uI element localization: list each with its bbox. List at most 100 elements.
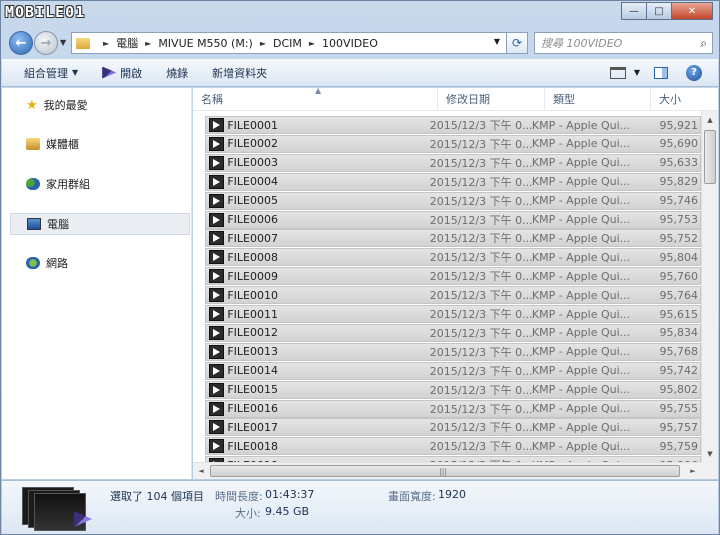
file-row[interactable]: FILE0007 2015/12/3 下午 0... KMP - Apple Qui… [205,229,701,248]
video-file-icon [209,288,225,303]
column-header-size[interactable]: 大小 [651,88,718,110]
breadcrumb-dcim[interactable]: DCIM [273,37,302,50]
nav-item-label: 家用群組 [46,178,90,191]
computer-icon [27,218,41,230]
file-row[interactable]: FILE0016 2015/12/3 下午 0... KMP - Apple Qui… [205,399,701,418]
column-header-date[interactable]: 修改日期 [438,88,545,110]
video-file-icon [209,439,225,454]
video-file-icon [209,363,225,378]
video-thumbnail [34,493,86,531]
address-bar[interactable]: ► 電腦 ► MIVUE M550 (M:) ► DCIM ► 100VIDEO… [71,32,507,54]
file-row[interactable]: FILE0006 2015/12/3 下午 0... KMP - Apple Qui… [205,210,701,229]
file-type: KMP - Apple Qui... [531,231,631,245]
video-file-icon [209,155,225,170]
back-button[interactable]: ← [9,31,33,55]
file-row[interactable]: FILE0015 2015/12/3 下午 0... KMP - Apple Qui… [205,380,701,399]
file-type: KMP - Apple Qui... [531,326,631,340]
chevron-right-icon[interactable]: ► [103,39,109,48]
file-name: FILE0001 [227,118,279,132]
file-date: 2015/12/3 下午 0... [429,326,532,340]
open-button[interactable]: 開啟 [90,59,154,86]
nav-item-homegroup[interactable]: 家用群組 [10,173,190,195]
nav-item-favorites[interactable]: ★ 我的最愛 [10,94,190,116]
file-size: 95,921 [659,118,698,132]
file-row[interactable]: FILE0009 2015/12/3 下午 0... KMP - Apple Qui… [205,267,701,286]
file-row[interactable]: FILE0011 2015/12/3 下午 0... KMP - Apple Qui… [205,305,701,323]
horizontal-scrollbar[interactable]: ◄ ||| ► [193,462,701,479]
burn-label: 燒錄 [166,66,189,80]
file-row[interactable]: FILE0018 2015/12/3 下午 0... KMP - Apple Qui… [205,437,701,456]
breadcrumb-drive[interactable]: MIVUE M550 (M:) [158,37,253,50]
file-name: FILE0005 [227,194,279,208]
file-row[interactable]: FILE0012 2015/12/3 下午 0... KMP - Apple Qui… [205,323,701,342]
nav-item-label: 媒體櫃 [46,138,79,151]
nav-item-network[interactable]: 網路 [10,252,190,274]
horizontal-scroll-thumb[interactable]: ||| [210,465,680,477]
file-row[interactable]: FILE0005 2015/12/3 下午 0... KMP - Apple Qui… [205,191,701,210]
burn-button[interactable]: 燒錄 [154,59,200,86]
minimize-button[interactable]: — [621,2,647,20]
address-dropdown-icon[interactable]: ▼ [494,37,500,46]
file-row[interactable]: FILE0004 2015/12/3 下午 0... KMP - Apple Qui… [205,172,701,191]
file-row[interactable]: FILE0002 2015/12/3 下午 0... KMP - Apple Qui… [205,134,701,153]
vertical-scrollbar[interactable]: ▲ ▼ [701,111,718,462]
file-name: FILE0012 [227,326,279,340]
close-button[interactable]: ✕ [671,2,713,20]
search-input[interactable]: 搜尋 100VIDEO ⌕ [534,32,713,54]
file-row[interactable]: FILE0001 2015/12/3 下午 0... KMP - Apple Qui… [205,116,701,134]
selection-count: 選取了 104 個項目 [110,490,204,503]
breadcrumb-computer[interactable]: 電腦 [116,35,138,51]
breadcrumb-100video[interactable]: 100VIDEO [322,37,378,50]
selection-thumbnail [22,487,92,531]
file-type: KMP - Apple Qui... [531,213,631,226]
column-header-label: 修改日期 [446,93,490,106]
frame-width-label: 畫面寬度: [388,490,436,503]
arrow-right-icon: → [40,35,52,51]
file-name: FILE0008 [227,250,279,264]
scroll-up-icon[interactable]: ▲ [702,111,718,128]
file-type: KMP - Apple Qui... [531,307,631,321]
chevron-right-icon[interactable]: ► [309,39,315,48]
file-row[interactable]: FILE0003 2015/12/3 下午 0... KMP - Apple Qui… [205,153,701,172]
history-dropdown-icon[interactable]: ▼ [60,38,66,47]
help-icon[interactable]: ? [686,64,702,81]
change-view-icon[interactable] [609,66,626,79]
file-name: FILE0009 [227,269,279,283]
file-row[interactable]: FILE0013 2015/12/3 下午 0... KMP - Apple Qui… [205,342,701,361]
file-name: FILE0007 [227,231,279,245]
file-type: KMP - Apple Qui... [531,383,631,397]
file-name: FILE0006 [227,213,279,226]
refresh-button[interactable]: ⟳ [506,32,528,54]
nav-item-computer[interactable]: 電腦 [10,213,190,235]
search-icon[interactable]: ⌕ [700,36,707,51]
scroll-right-icon[interactable]: ► [685,463,701,479]
grip-icon: ||| [439,467,448,476]
file-name: FILE0013 [227,345,279,359]
file-row[interactable]: FILE0010 2015/12/3 下午 0... KMP - Apple Qui… [205,286,701,305]
file-row[interactable]: FILE0008 2015/12/3 下午 0... KMP - Apple Qui… [205,248,701,267]
video-file-icon [209,193,225,208]
file-list: ▲ 名稱 修改日期 類型 大小 FILE0001 2015/12/3 下午 0..… [193,88,718,479]
vertical-scroll-thumb[interactable] [704,130,716,184]
preview-pane-icon[interactable] [654,66,668,79]
view-dropdown-icon[interactable]: ▼ [634,68,640,77]
video-file-icon [209,212,225,227]
scroll-down-icon[interactable]: ▼ [702,445,718,462]
forward-button[interactable]: → [34,31,58,55]
nav-item-libraries[interactable]: 媒體櫃 [10,133,190,155]
column-header-type[interactable]: 類型 [545,88,651,110]
file-type: KMP - Apple Qui... [531,402,631,415]
file-size: 95,760 [659,269,698,283]
refresh-icon: ⟳ [511,36,523,50]
file-size: 95,834 [659,326,698,340]
file-date: 2015/12/3 下午 0... [429,308,532,321]
file-row[interactable]: FILE0017 2015/12/3 下午 0... KMP - Apple Qui… [205,418,701,437]
scroll-left-icon[interactable]: ◄ [193,463,209,479]
file-row[interactable]: FILE0014 2015/12/3 下午 0... KMP - Apple Qui… [205,361,701,380]
new-folder-button[interactable]: 新增資料夾 [200,59,279,86]
chevron-right-icon[interactable]: ► [145,39,151,48]
chevron-right-icon[interactable]: ► [260,39,266,48]
organize-button[interactable]: 組合管理 ▼ [2,59,90,86]
maximize-button[interactable]: □ [646,2,672,20]
kmplayer-icon [102,66,117,79]
